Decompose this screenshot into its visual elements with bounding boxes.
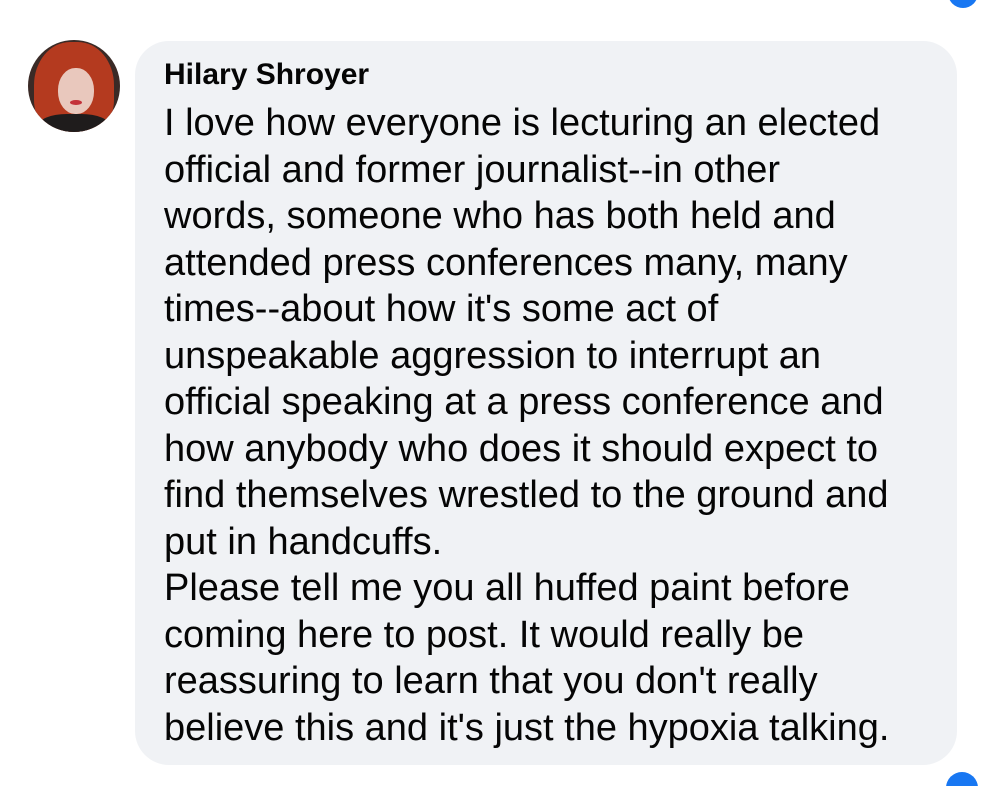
avatar-face: [58, 68, 94, 114]
comment-line: times--about how it's some act of: [164, 288, 719, 330]
comment-line: words, someone who has both held and: [164, 195, 836, 237]
comment-line: reassuring to learn that you don't reall…: [164, 660, 818, 702]
comment-text: I love how everyone is lecturing an elec…: [164, 100, 944, 751]
avatar-lips: [70, 100, 82, 105]
like-reaction-icon[interactable]: [946, 772, 978, 786]
comment-line: find themselves wrestled to the ground a…: [164, 474, 889, 516]
comment-thread: Hilary Shroyer I love how everyone is le…: [0, 0, 1000, 786]
comment-line: put in handcuffs.: [164, 520, 443, 563]
comment-line: attended press conferences many, many: [164, 241, 848, 284]
like-reaction-icon[interactable]: [948, 0, 978, 8]
comment-line: I love how everyone is lecturing an elec…: [164, 102, 881, 144]
comment-line: coming here to post. It would really be: [164, 613, 805, 656]
comment-line: how anybody who does it should expect to: [164, 427, 879, 470]
comment-line: believe this and it's just the hypoxia t…: [164, 706, 890, 749]
comment-author[interactable]: Hilary Shroyer: [164, 58, 369, 92]
avatar[interactable]: [28, 40, 120, 132]
comment-line: official speaking at a press conference …: [164, 381, 884, 423]
comment-line: official and former journalist--in other: [164, 148, 781, 191]
avatar-shirt: [38, 114, 110, 132]
comment-line: unspeakable aggression to interrupt an: [164, 334, 822, 377]
comment-line: Please tell me you all huffed paint befo…: [164, 567, 850, 609]
